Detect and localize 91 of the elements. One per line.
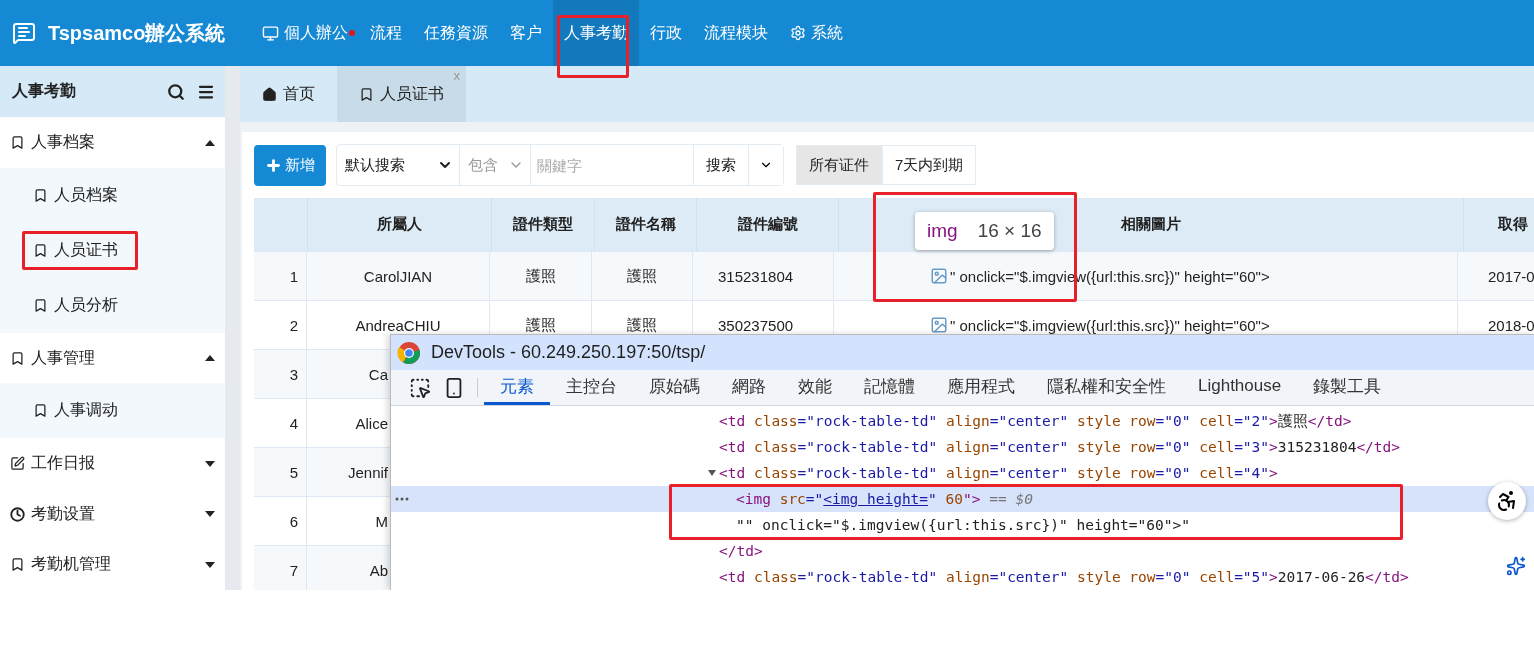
sidebar-item[interactable]: 人员证书	[0, 222, 225, 278]
table-cell: 護照	[627, 315, 657, 335]
filter-tab[interactable]: 7天内到期	[882, 145, 977, 185]
accessibility-button[interactable]	[1488, 482, 1526, 520]
more-dots-icon[interactable]	[395, 497, 409, 501]
devtools-tab[interactable]: 隱私權和安全性	[1031, 370, 1182, 405]
devtools-tab[interactable]: 元素	[484, 370, 550, 405]
bookmark-icon	[10, 135, 25, 151]
devtools-tab[interactable]: 原始碼	[633, 370, 716, 405]
bookmark-icon	[33, 297, 48, 313]
bookmark-icon	[10, 350, 25, 366]
devtools-tab[interactable]: 記憶體	[848, 370, 931, 405]
sidebar-group[interactable]: 人事管理	[0, 332, 225, 384]
table-cell: AndreaCHIU	[355, 316, 441, 334]
sidebar-title: 人事考勤	[12, 81, 77, 102]
nav-item[interactable]: 任務資源	[413, 0, 500, 66]
code-line[interactable]: <td class="rock-table-td" align="center" style row="0" cell="2">護照</td>	[719, 411, 1352, 431]
bookmark-icon	[33, 242, 48, 258]
filter-tab[interactable]: 所有证件	[796, 145, 882, 185]
table-cell: 315231804	[718, 267, 794, 285]
row-number: 1	[289, 267, 298, 285]
inspect-tooltip: img 16 × 16	[915, 212, 1054, 250]
table-cell: 護照	[525, 266, 556, 286]
table-cell: Alice	[355, 414, 388, 432]
table-cell: M	[375, 512, 388, 530]
page-tab[interactable]: 首页	[240, 66, 337, 122]
table-cell: 護照	[525, 315, 556, 335]
chat-logo-icon	[12, 21, 36, 45]
code-line[interactable]: </td>	[719, 543, 763, 559]
row-number: 2	[289, 316, 298, 334]
home-icon	[262, 86, 277, 102]
table-cell: Jennif	[347, 463, 388, 481]
bookmark-icon	[359, 86, 374, 102]
code-link[interactable]: <img height=	[823, 491, 929, 507]
code-line[interactable]: <td class="rock-table-td" align="center" style row="0" cell="4">	[719, 465, 1278, 481]
nav-item[interactable]: 個人辦公	[251, 0, 360, 66]
devtools-tab[interactable]: 網路	[716, 370, 782, 405]
row-number: 4	[289, 414, 298, 432]
page-tab[interactable]: 人员证书 x	[337, 66, 466, 122]
row-number: 3	[289, 365, 298, 383]
table-cell: 2018-0	[1488, 316, 1534, 334]
table-cell: Ca	[368, 365, 388, 383]
table-cell: CarolJIAN	[363, 267, 433, 285]
row-number: 7	[289, 561, 298, 579]
devtools-tab[interactable]: 主控台	[550, 370, 633, 405]
row-number: 5	[289, 463, 298, 481]
add-button[interactable]: 新增	[254, 144, 326, 186]
sparkle-icon[interactable]	[1506, 556, 1526, 576]
search-bar[interactable]: 默认搜索 包含 關鍵字 搜索	[336, 144, 784, 186]
nav-item[interactable]: 行政	[639, 0, 694, 66]
table-cell: 2017-0	[1488, 267, 1534, 285]
sidebar-group[interactable]: 人事档案	[0, 117, 225, 168]
sidebar-item[interactable]: 人员档案	[0, 167, 225, 223]
search-icon[interactable]	[167, 82, 185, 101]
bookmark-icon	[33, 187, 48, 203]
row-number: 6	[289, 512, 298, 530]
devtools-tab[interactable]: 效能	[782, 370, 848, 405]
table-cell: 護照	[627, 266, 657, 286]
search-mode-select[interactable]: 默认搜索	[337, 145, 460, 185]
plus-icon	[265, 156, 282, 174]
monitor-icon	[262, 24, 280, 42]
devtools-tab[interactable]: 錄製工具	[1297, 370, 1398, 405]
code-line[interactable]: <img src="<img height=" 60"> == $0	[736, 491, 1033, 507]
settings-icon	[790, 25, 807, 41]
clock-icon	[10, 506, 25, 522]
devtools-tab[interactable]: 應用程式	[931, 370, 1031, 405]
app-title: Tspsamco辦公系統	[48, 20, 226, 46]
bookmark-icon	[33, 403, 48, 419]
sidebar-group[interactable]: 考勤设置	[0, 489, 225, 540]
broken-image-icon	[930, 316, 948, 334]
nav-item[interactable]: 流程	[359, 0, 414, 66]
code-line[interactable]: <td class="rock-table-td" align="center" style row="0" cell="5">2017-06-26</td>	[719, 569, 1409, 585]
devtools-tab[interactable]: Lighthouse	[1182, 370, 1298, 405]
window-title: DevTools - 60.249.250.197:50/tsp/	[431, 342, 706, 364]
table-cell: Ab	[369, 561, 388, 579]
sidebar-group[interactable]: 工作日报	[0, 438, 225, 489]
sidebar-item[interactable]: 人事调动	[0, 383, 225, 439]
table-cell: 350237500	[718, 316, 794, 334]
sidebar-group[interactable]: 考勤机管理	[0, 539, 225, 590]
sidebar-item[interactable]: 人员分析	[0, 277, 225, 333]
nav-item[interactable]: 系統	[779, 0, 855, 66]
nav-item[interactable]: 流程模块	[693, 0, 780, 66]
nav-item[interactable]: 客户	[499, 0, 554, 66]
bookmark-icon	[10, 557, 25, 573]
expand-triangle-icon[interactable]	[708, 470, 716, 476]
broken-image-icon	[930, 267, 948, 285]
browser-logo-icon	[397, 340, 421, 365]
code-line[interactable]: <td class="rock-table-td" align="center" style row="0" cell="3">315231804</td>	[719, 439, 1401, 455]
code-line[interactable]: "" onclick="$.imgview({url:this.src})" height="60">"	[736, 517, 1190, 533]
table-cell: " onclick="$.imgview({url:this.src})" height="60">	[930, 316, 1270, 334]
edit-icon	[10, 456, 25, 472]
